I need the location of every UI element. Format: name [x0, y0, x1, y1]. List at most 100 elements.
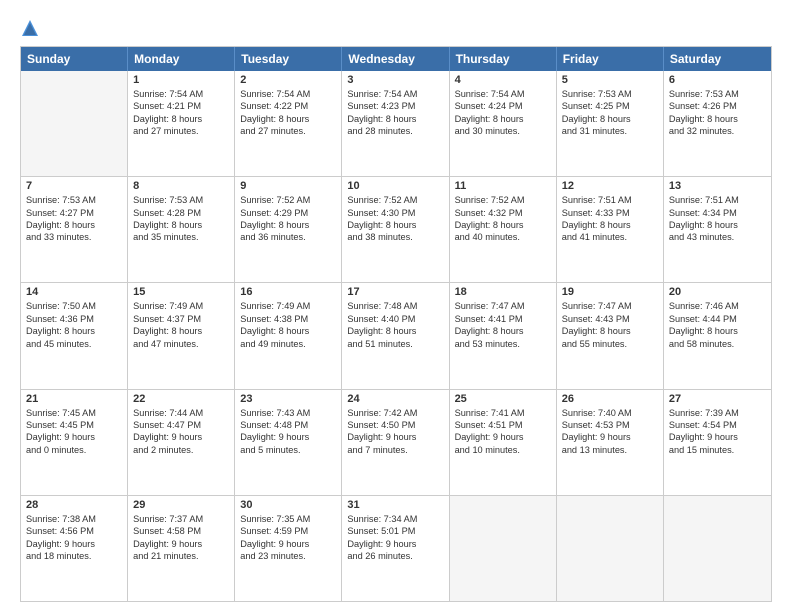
- daylight-text: Daylight: 9 hours: [669, 431, 766, 443]
- day-number: 13: [669, 180, 766, 192]
- cal-cell: 5Sunrise: 7:53 AMSunset: 4:25 PMDaylight…: [557, 71, 664, 176]
- day-number: 23: [240, 393, 336, 405]
- daylight-text-2: and 28 minutes.: [347, 125, 443, 137]
- daylight-text-2: and 58 minutes.: [669, 338, 766, 350]
- day-number: 26: [562, 393, 658, 405]
- sunrise-text: Sunrise: 7:53 AM: [669, 88, 766, 100]
- calendar-week-2: 7Sunrise: 7:53 AMSunset: 4:27 PMDaylight…: [21, 176, 771, 282]
- daylight-text-2: and 27 minutes.: [240, 125, 336, 137]
- calendar-week-4: 21Sunrise: 7:45 AMSunset: 4:45 PMDayligh…: [21, 389, 771, 495]
- day-number: 16: [240, 286, 336, 298]
- cal-header-saturday: Saturday: [664, 47, 771, 71]
- sunrise-text: Sunrise: 7:53 AM: [26, 194, 122, 206]
- sunrise-text: Sunrise: 7:52 AM: [455, 194, 551, 206]
- sunset-text: Sunset: 4:22 PM: [240, 100, 336, 112]
- daylight-text: Daylight: 8 hours: [240, 113, 336, 125]
- day-number: 8: [133, 180, 229, 192]
- sunset-text: Sunset: 4:28 PM: [133, 207, 229, 219]
- sunset-text: Sunset: 4:29 PM: [240, 207, 336, 219]
- sunrise-text: Sunrise: 7:48 AM: [347, 300, 443, 312]
- cal-cell: 26Sunrise: 7:40 AMSunset: 4:53 PMDayligh…: [557, 390, 664, 495]
- daylight-text-2: and 45 minutes.: [26, 338, 122, 350]
- sunset-text: Sunset: 4:53 PM: [562, 419, 658, 431]
- sunrise-text: Sunrise: 7:42 AM: [347, 407, 443, 419]
- cal-cell: 20Sunrise: 7:46 AMSunset: 4:44 PMDayligh…: [664, 283, 771, 388]
- daylight-text-2: and 0 minutes.: [26, 444, 122, 456]
- cal-cell: 28Sunrise: 7:38 AMSunset: 4:56 PMDayligh…: [21, 496, 128, 601]
- sunset-text: Sunset: 4:45 PM: [26, 419, 122, 431]
- day-number: 18: [455, 286, 551, 298]
- cal-cell: 22Sunrise: 7:44 AMSunset: 4:47 PMDayligh…: [128, 390, 235, 495]
- sunrise-text: Sunrise: 7:53 AM: [133, 194, 229, 206]
- day-number: 3: [347, 74, 443, 86]
- daylight-text-2: and 31 minutes.: [562, 125, 658, 137]
- sunset-text: Sunset: 4:44 PM: [669, 313, 766, 325]
- logo: [20, 18, 42, 38]
- daylight-text-2: and 5 minutes.: [240, 444, 336, 456]
- sunset-text: Sunset: 4:43 PM: [562, 313, 658, 325]
- sunset-text: Sunset: 4:59 PM: [240, 525, 336, 537]
- daylight-text: Daylight: 9 hours: [347, 431, 443, 443]
- daylight-text-2: and 15 minutes.: [669, 444, 766, 456]
- daylight-text: Daylight: 8 hours: [562, 219, 658, 231]
- cal-cell: 21Sunrise: 7:45 AMSunset: 4:45 PMDayligh…: [21, 390, 128, 495]
- sunset-text: Sunset: 4:32 PM: [455, 207, 551, 219]
- sunrise-text: Sunrise: 7:54 AM: [240, 88, 336, 100]
- cal-cell: 4Sunrise: 7:54 AMSunset: 4:24 PMDaylight…: [450, 71, 557, 176]
- day-number: 11: [455, 180, 551, 192]
- cal-cell: 14Sunrise: 7:50 AMSunset: 4:36 PMDayligh…: [21, 283, 128, 388]
- cal-header-friday: Friday: [557, 47, 664, 71]
- daylight-text: Daylight: 9 hours: [347, 538, 443, 550]
- cal-cell: 24Sunrise: 7:42 AMSunset: 4:50 PMDayligh…: [342, 390, 449, 495]
- daylight-text: Daylight: 8 hours: [26, 219, 122, 231]
- day-number: 15: [133, 286, 229, 298]
- sunrise-text: Sunrise: 7:38 AM: [26, 513, 122, 525]
- daylight-text: Daylight: 8 hours: [240, 325, 336, 337]
- day-number: 20: [669, 286, 766, 298]
- sunset-text: Sunset: 4:56 PM: [26, 525, 122, 537]
- cal-cell: [664, 496, 771, 601]
- sunset-text: Sunset: 4:38 PM: [240, 313, 336, 325]
- cal-cell: 29Sunrise: 7:37 AMSunset: 4:58 PMDayligh…: [128, 496, 235, 601]
- daylight-text-2: and 36 minutes.: [240, 231, 336, 243]
- daylight-text: Daylight: 8 hours: [133, 325, 229, 337]
- cal-cell: 6Sunrise: 7:53 AMSunset: 4:26 PMDaylight…: [664, 71, 771, 176]
- daylight-text: Daylight: 9 hours: [240, 538, 336, 550]
- sunset-text: Sunset: 4:51 PM: [455, 419, 551, 431]
- daylight-text: Daylight: 8 hours: [347, 219, 443, 231]
- sunrise-text: Sunrise: 7:50 AM: [26, 300, 122, 312]
- cal-header-wednesday: Wednesday: [342, 47, 449, 71]
- daylight-text-2: and 40 minutes.: [455, 231, 551, 243]
- sunrise-text: Sunrise: 7:44 AM: [133, 407, 229, 419]
- cal-cell: 13Sunrise: 7:51 AMSunset: 4:34 PMDayligh…: [664, 177, 771, 282]
- day-number: 14: [26, 286, 122, 298]
- sunrise-text: Sunrise: 7:52 AM: [240, 194, 336, 206]
- cal-cell: 9Sunrise: 7:52 AMSunset: 4:29 PMDaylight…: [235, 177, 342, 282]
- sunrise-text: Sunrise: 7:51 AM: [562, 194, 658, 206]
- cal-cell: 7Sunrise: 7:53 AMSunset: 4:27 PMDaylight…: [21, 177, 128, 282]
- daylight-text-2: and 35 minutes.: [133, 231, 229, 243]
- day-number: 17: [347, 286, 443, 298]
- day-number: 6: [669, 74, 766, 86]
- daylight-text-2: and 23 minutes.: [240, 550, 336, 562]
- daylight-text-2: and 30 minutes.: [455, 125, 551, 137]
- daylight-text: Daylight: 8 hours: [133, 219, 229, 231]
- daylight-text: Daylight: 8 hours: [455, 325, 551, 337]
- calendar-week-5: 28Sunrise: 7:38 AMSunset: 4:56 PMDayligh…: [21, 495, 771, 601]
- daylight-text-2: and 53 minutes.: [455, 338, 551, 350]
- sunrise-text: Sunrise: 7:53 AM: [562, 88, 658, 100]
- cal-cell: 10Sunrise: 7:52 AMSunset: 4:30 PMDayligh…: [342, 177, 449, 282]
- cal-cell: 15Sunrise: 7:49 AMSunset: 4:37 PMDayligh…: [128, 283, 235, 388]
- daylight-text: Daylight: 8 hours: [347, 113, 443, 125]
- cal-header-sunday: Sunday: [21, 47, 128, 71]
- calendar-week-1: 1Sunrise: 7:54 AMSunset: 4:21 PMDaylight…: [21, 71, 771, 176]
- cal-cell: 3Sunrise: 7:54 AMSunset: 4:23 PMDaylight…: [342, 71, 449, 176]
- cal-header-thursday: Thursday: [450, 47, 557, 71]
- sunset-text: Sunset: 4:58 PM: [133, 525, 229, 537]
- daylight-text-2: and 32 minutes.: [669, 125, 766, 137]
- day-number: 9: [240, 180, 336, 192]
- sunset-text: Sunset: 4:41 PM: [455, 313, 551, 325]
- sunrise-text: Sunrise: 7:34 AM: [347, 513, 443, 525]
- cal-cell: 1Sunrise: 7:54 AMSunset: 4:21 PMDaylight…: [128, 71, 235, 176]
- cal-cell: [450, 496, 557, 601]
